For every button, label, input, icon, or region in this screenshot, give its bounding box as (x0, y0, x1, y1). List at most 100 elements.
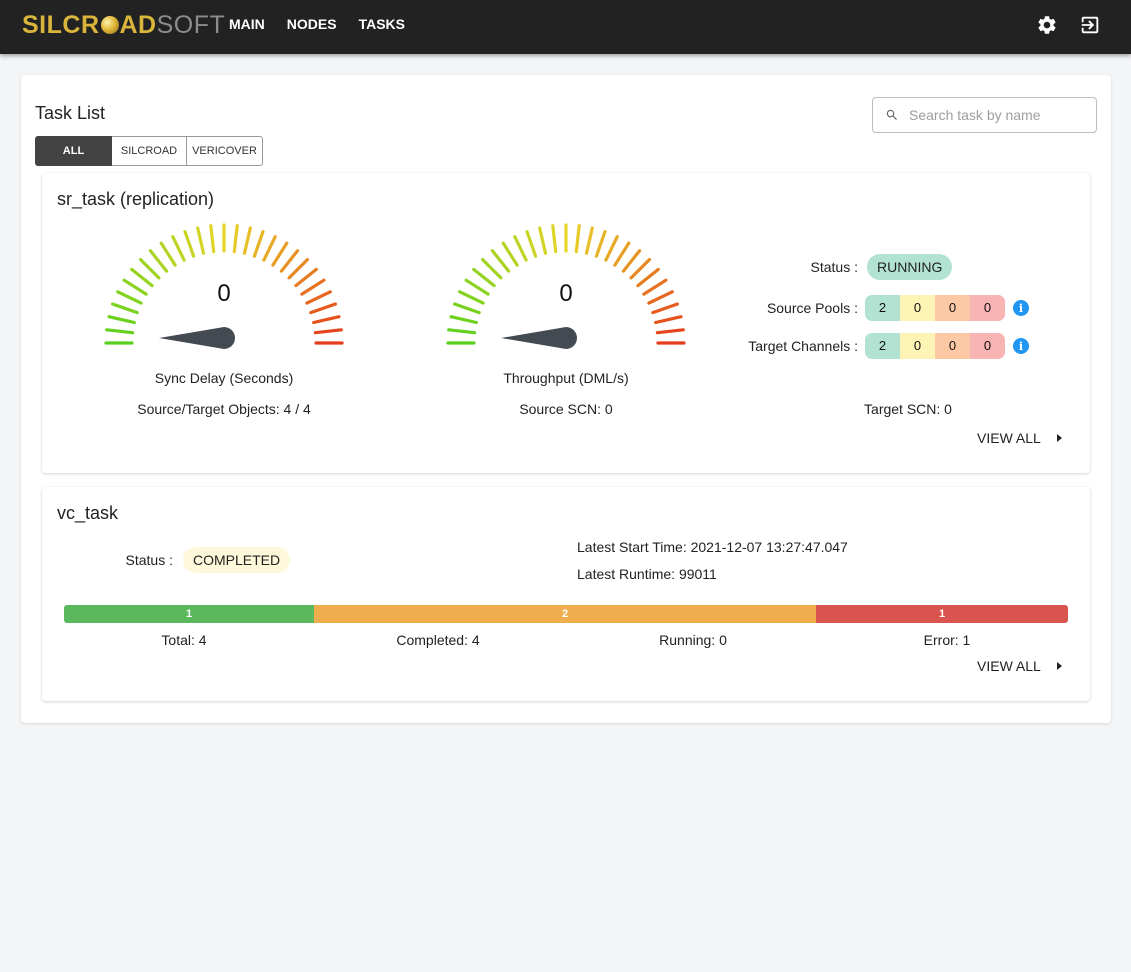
progress-segment-completed: 1 (64, 605, 314, 623)
task-list-panel: Task List ALL SILCROAD VERICOVER sr_task… (21, 75, 1111, 723)
status-label: Status : (810, 259, 858, 275)
throughput-label: Throughput (DML/s) (503, 370, 629, 386)
gauge-tick (594, 230, 607, 258)
gauge-tick (252, 230, 265, 258)
filter-vericover-button[interactable]: VERICOVER (187, 136, 263, 166)
target-channels-counts: 2 0 0 0 (865, 333, 1005, 359)
gauge-tick (262, 235, 277, 262)
gauge-tick (449, 315, 478, 325)
progress-segment-error: 1 (816, 605, 1068, 623)
view-all-label: VIEW ALL (977, 430, 1041, 446)
gauge-tick (130, 267, 154, 288)
gauge-tick (305, 290, 332, 305)
status-row: Status : RUNNING (722, 254, 953, 280)
nav-main[interactable]: MAIN (218, 0, 276, 48)
gauge-tick (122, 278, 148, 296)
source-pools-label: Source Pools : (766, 300, 858, 316)
search-input[interactable] (909, 107, 1079, 123)
gauge-tick (313, 328, 343, 335)
view-all-button[interactable]: VIEW ALL (977, 430, 1062, 446)
caret-right-icon (1056, 434, 1062, 442)
silcroad-soft-logo[interactable]: SILCR AD SOFT (22, 10, 225, 40)
top-navbar: SILCR AD SOFT MAIN NODES TASKS (0, 0, 1131, 54)
gauge-tick (490, 249, 511, 273)
completed-count: Completed: 4 (396, 632, 480, 648)
gauge-tick (574, 224, 581, 254)
throughput-value: 0 (559, 280, 573, 307)
target-channels-label: Target Channels : (748, 338, 858, 354)
source-pools-counts: 2 0 0 0 (865, 295, 1005, 321)
gauge-tick (501, 241, 519, 267)
sync-delay-label: Sync Delay (Seconds) (154, 370, 294, 386)
sync-delay-value: 0 (217, 280, 231, 307)
gauge-tick (107, 315, 136, 325)
nav-tasks[interactable]: TASKS (348, 0, 416, 48)
gauge-tick (651, 302, 679, 315)
gauge-tick (447, 328, 477, 335)
latest-start-time: Latest Start Time: 2021-12-07 13:27:47.0… (577, 539, 848, 555)
source-pools-green: 2 (865, 295, 900, 321)
target-scn: Target SCN: 0 (864, 401, 952, 417)
gauge-tick (287, 257, 309, 280)
gauge-tick (279, 249, 300, 273)
filter-all-button[interactable]: ALL (35, 136, 112, 166)
gauge-needle (501, 327, 577, 349)
logo-text-part1: SILCR (22, 10, 100, 39)
page-title: Task List (35, 103, 106, 123)
nav-nodes[interactable]: NODES (276, 0, 348, 48)
caret-right-icon (1056, 662, 1062, 670)
status-badge-running: RUNNING (867, 254, 953, 280)
gauge-tick (171, 235, 186, 262)
gauge-tick (513, 235, 528, 262)
task-card-vc-task: vc_task Status : COMPLETED Latest Start … (42, 487, 1090, 701)
latest-runtime: Latest Runtime: 99011 (577, 566, 717, 582)
status-badge-completed: COMPLETED (183, 547, 291, 573)
info-icon[interactable]: i (1013, 300, 1029, 316)
info-icon[interactable]: i (1013, 338, 1029, 354)
view-all-label: VIEW ALL (977, 658, 1041, 674)
gauge-tick (647, 290, 674, 305)
logo-sphere-icon (100, 16, 119, 34)
target-channels-orange: 0 (935, 333, 970, 359)
gauge-tick (309, 302, 337, 315)
gauge-tick (209, 224, 216, 254)
gauge-tick (655, 328, 685, 335)
gauge-tick (271, 241, 289, 267)
gauge-tick (604, 235, 619, 262)
gauge-needle (159, 327, 235, 349)
gauge-tick (159, 241, 177, 267)
view-all-button[interactable]: VIEW ALL (977, 658, 1062, 674)
task-title: sr_task (replication) (57, 189, 215, 209)
source-pools-red: 0 (970, 295, 1005, 321)
source-scn: Source SCN: 0 (519, 401, 613, 417)
gauge-tick (196, 226, 206, 255)
progress-segment-warning: 2 (314, 605, 816, 623)
gauge-tick (472, 267, 496, 288)
gauge-tick (111, 302, 139, 315)
search-box[interactable] (872, 97, 1097, 133)
target-channels-yellow: 0 (900, 333, 935, 359)
target-channels-red: 0 (970, 333, 1005, 359)
gauge-tick (138, 257, 161, 280)
filter-silcroad-button[interactable]: SILCROAD (112, 136, 187, 166)
gear-icon[interactable] (1036, 14, 1058, 36)
total-count: Total: 4 (161, 632, 207, 648)
task-progress-bar: 1 2 1 (64, 605, 1068, 623)
logo-text-part2: AD (119, 10, 157, 39)
status-row: Status : COMPLETED (102, 547, 291, 573)
gauge-tick (116, 290, 143, 305)
source-pools-yellow: 0 (900, 295, 935, 321)
task-title: vc_task (57, 503, 119, 523)
gauge-tick (584, 226, 594, 255)
gauge-tick (621, 249, 642, 273)
gauge-tick (294, 267, 318, 288)
search-icon (886, 109, 897, 120)
gauge-tick (148, 249, 169, 273)
gauge-tick (242, 226, 252, 255)
gauge-tick (654, 315, 683, 325)
gauge-tick (636, 267, 660, 288)
target-channels-green: 2 (865, 333, 900, 359)
logout-icon[interactable] (1079, 14, 1101, 36)
gauge-tick (464, 278, 490, 296)
source-target-objects: Source/Target Objects: 4 / 4 (137, 401, 311, 417)
